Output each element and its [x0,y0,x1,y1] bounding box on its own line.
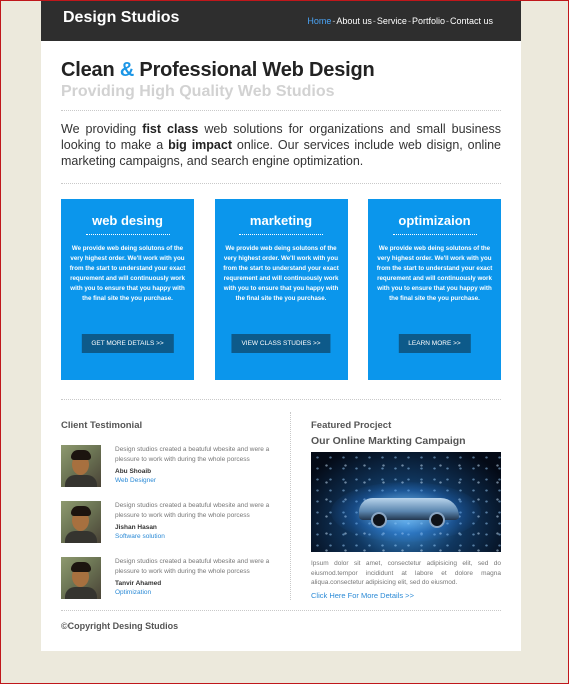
intro-paragraph: We providing fist class web solutions fo… [61,121,501,169]
testimonial-body: Design studios created a beatuful wbesit… [115,501,280,543]
avatar [61,445,101,487]
service-title: marketing [249,213,313,228]
testimonial-text: Design studios created a beatuful wbesit… [115,446,270,463]
service-title: optimizaion [398,213,471,228]
service-box-optimization: optimizaion We provide web deing soluton… [368,199,501,380]
testimonial-item: Design studios created a beatuful wbesit… [61,445,290,487]
intro-bold: big impact [168,138,232,152]
intro-bold: fist class [142,122,199,136]
project-text: Ipsum dolor sit amet, consectetur adipis… [311,560,501,586]
avatar [61,501,101,543]
divider [61,399,501,400]
testimonial-name: Abu Shoaib [115,468,152,475]
lower-section: Client Testimonial Design studios create… [61,412,501,600]
testimonial-item: Design studios created a beatuful wbesit… [61,501,290,543]
learn-more-button[interactable]: LEARN MORE >> [398,334,471,353]
intro-text: We providing [61,122,143,136]
service-text: We provide web deing solutons of the ver… [376,245,493,302]
avatar [61,557,101,599]
testimonial-name: Tanvir Ahamed [115,580,162,587]
service-divider [392,234,477,235]
nav-separator: - [372,16,376,26]
nav-separator: - [445,16,449,26]
nav-portfolio[interactable]: Portfolio [412,16,445,26]
header-bar: Design Studios Home-About us-Service-Por… [41,1,521,41]
services-row: web desing We provide web deing solutons… [61,199,501,380]
hero-title: Clean & Professional Web Design [61,59,501,82]
testimonial-title: Client Testimonial [61,420,143,431]
nav-about[interactable]: About us [336,16,372,26]
testimonial-body: Design studios created a beatuful wbesit… [115,557,280,599]
testimonial-name: Jishan Hasan [115,524,157,531]
get-more-details-button[interactable]: GET MORE DETAILS >> [81,334,174,353]
hero-title-part2: Professional Web Design [134,59,375,81]
main-content: Clean & Professional Web Design Providin… [41,59,521,631]
main-nav: Home-About us-Service-Portfolio-Contact … [307,16,493,26]
service-box-marketing: marketing We provide web deing solutons … [214,199,348,380]
divider [61,183,501,184]
testimonial-text: Design studios created a beatuful wbesit… [115,502,270,519]
testimonial-role[interactable]: Software solution [115,533,280,540]
project-image[interactable] [311,452,501,552]
testimonial-body: Design studios created a beatuful wbesit… [115,445,280,487]
project-details-link[interactable]: Click Here For More Details >> [311,591,501,600]
nav-contact[interactable]: Contact us [450,16,493,26]
testimonial-item: Design studios created a beatuful wbesit… [61,557,290,599]
project-subtitle: Our Online Markting Campaign [311,435,466,447]
nav-separator: - [332,16,336,26]
testimonial-text: Design studios created a beatuful wbesit… [115,558,270,575]
service-divider [85,234,170,235]
service-box-web-design: web desing We provide web deing solutons… [61,199,194,380]
footer-copyright: ©Copyright Desing Studios [61,610,501,631]
view-class-studies-button[interactable]: VIEW CLASS STUDIES >> [231,334,331,353]
divider [61,110,501,111]
service-text: We provide web deing solutons of the ver… [223,245,339,302]
testimonial-role[interactable]: Optimization [115,589,280,596]
hero-subtitle: Providing High Quality Web Studios [61,83,335,100]
testimonial-column: Client Testimonial Design studios create… [61,412,291,600]
project-title: Featured Procject [311,420,392,431]
page-container: Design Studios Home-About us-Service-Por… [41,1,521,651]
service-title: web desing [92,213,163,228]
testimonial-role[interactable]: Web Designer [115,477,280,484]
service-text: We provide web deing solutons of the ver… [69,245,186,302]
site-logo[interactable]: Design Studios [63,9,179,27]
nav-separator: - [407,16,411,26]
service-divider [239,234,323,235]
nav-service[interactable]: Service [377,16,407,26]
project-column: Featured Procject Our Online Markting Ca… [291,412,501,600]
nav-home[interactable]: Home [307,16,331,26]
hero-title-amp: & [119,59,135,81]
hero-title-part1: Clean [61,59,120,81]
